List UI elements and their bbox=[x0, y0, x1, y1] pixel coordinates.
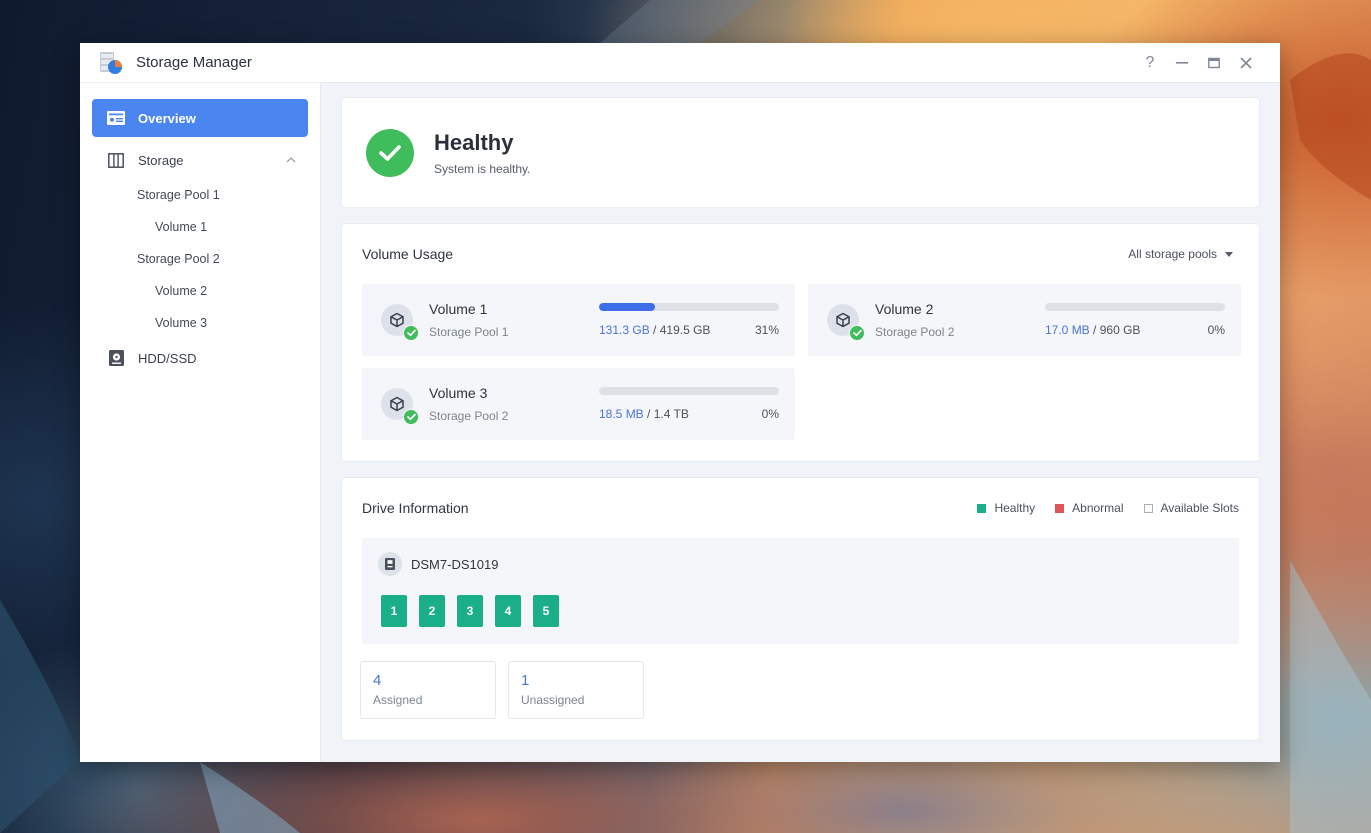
usage-percent: 0% bbox=[1207, 323, 1225, 337]
maximize-icon bbox=[1208, 57, 1220, 68]
capacity-separator: / bbox=[649, 323, 660, 337]
used-capacity: 17.0 MB bbox=[1045, 323, 1090, 337]
drive-information-title: Drive Information bbox=[362, 500, 469, 516]
chevron-up-icon[interactable] bbox=[286, 154, 296, 166]
usage-percent: 31% bbox=[754, 323, 779, 337]
volume-pool: Storage Pool 2 bbox=[429, 409, 509, 423]
capacity-separator: / bbox=[1089, 323, 1100, 337]
healthy-badge-icon bbox=[403, 325, 419, 341]
drive-information-card: Drive Information Healthy Abnormal Avail… bbox=[342, 478, 1259, 740]
volume-usage-title: Volume Usage bbox=[362, 246, 454, 262]
close-icon bbox=[1240, 56, 1252, 69]
legend-label: Healthy bbox=[994, 501, 1036, 515]
drive-legend: Healthy Abnormal Available Slots bbox=[957, 501, 1239, 515]
help-icon: ? bbox=[1145, 53, 1155, 71]
title-bar[interactable]: Storage Manager ? bbox=[80, 43, 1280, 83]
main-content: Healthy System is healthy. Volume Usage … bbox=[321, 83, 1280, 762]
total-capacity: 419.5 GB bbox=[659, 323, 711, 337]
healthy-badge-icon bbox=[849, 325, 865, 341]
sidebar-item-label: Storage bbox=[138, 152, 184, 168]
assigned-drives-stat[interactable]: 4 Assigned bbox=[360, 661, 496, 719]
sidebar: Overview Storage Storage Pool 1 Volume 1… bbox=[80, 83, 321, 762]
sidebar-item-volume-1[interactable]: Volume 1 bbox=[80, 211, 320, 243]
legend-healthy: Healthy bbox=[977, 501, 1035, 515]
caret-down-icon bbox=[1225, 251, 1233, 257]
volume-name: Volume 3 bbox=[429, 385, 488, 401]
total-capacity: 1.4 TB bbox=[653, 407, 689, 421]
sidebar-item-storage-pool-1[interactable]: Storage Pool 1 bbox=[80, 179, 320, 211]
legend-label: Available Slots bbox=[1160, 501, 1240, 515]
storage-manager-app-icon bbox=[98, 50, 124, 76]
usage-progress-fill bbox=[599, 303, 655, 311]
volume-usage-card: Volume Usage All storage pools Volume 1 … bbox=[342, 224, 1259, 461]
legend-abnormal: Abnormal bbox=[1055, 501, 1124, 515]
dropdown-value: All storage pools bbox=[1128, 247, 1217, 261]
usage-progress-bar bbox=[599, 387, 779, 395]
storage-manager-window: Storage Manager ? Overview Storage Stora… bbox=[80, 43, 1280, 762]
usage-progress-bar bbox=[1045, 303, 1225, 311]
drive-slot-3[interactable]: 3 bbox=[457, 595, 483, 627]
volume-pool: Storage Pool 1 bbox=[429, 325, 509, 339]
sidebar-item-label: HDD/SSD bbox=[138, 350, 197, 366]
health-subtitle: System is healthy. bbox=[434, 161, 531, 176]
health-title: Healthy bbox=[434, 129, 514, 155]
healthy-check-icon bbox=[366, 128, 414, 177]
close-button[interactable] bbox=[1230, 47, 1262, 79]
used-capacity: 131.3 GB bbox=[599, 323, 650, 337]
assigned-count: 4 bbox=[373, 672, 382, 689]
device-name: DSM7-DS1019 bbox=[411, 556, 499, 572]
device-panel: DSM7-DS1019 1 2 3 4 5 bbox=[362, 538, 1239, 644]
assigned-label: Assigned bbox=[373, 693, 423, 707]
volume-name: Volume 2 bbox=[875, 301, 934, 317]
volume-item[interactable]: Volume 2 Storage Pool 2 17.0 MB / 960 GB… bbox=[808, 284, 1241, 356]
nas-device-icon bbox=[378, 552, 402, 576]
maximize-button[interactable] bbox=[1198, 47, 1230, 79]
drive-slot-1[interactable]: 1 bbox=[381, 595, 407, 627]
health-status-card: Healthy System is healthy. bbox=[342, 98, 1259, 207]
sidebar-item-volume-2[interactable]: Volume 2 bbox=[80, 275, 320, 307]
unassigned-drives-stat[interactable]: 1 Unassigned bbox=[508, 661, 644, 719]
sidebar-item-storage-pool-2[interactable]: Storage Pool 2 bbox=[80, 243, 320, 275]
drive-slot-2[interactable]: 2 bbox=[419, 595, 445, 627]
unassigned-count: 1 bbox=[521, 672, 530, 689]
total-capacity: 960 GB bbox=[1099, 323, 1141, 337]
drive-slot-5[interactable]: 5 bbox=[533, 595, 559, 627]
volume-item[interactable]: Volume 1 Storage Pool 1 131.3 GB / 419.5… bbox=[362, 284, 795, 356]
abnormal-swatch-icon bbox=[1055, 503, 1065, 513]
sidebar-item-volume-3[interactable]: Volume 3 bbox=[80, 307, 320, 339]
usage-progress-bar bbox=[599, 303, 779, 311]
sidebar-item-overview[interactable]: Overview bbox=[92, 99, 308, 137]
hdd-icon bbox=[106, 348, 126, 368]
drive-slots: 1 2 3 4 5 bbox=[381, 595, 1223, 627]
minimize-button[interactable] bbox=[1166, 47, 1198, 79]
available-slot-swatch-icon bbox=[1143, 503, 1153, 513]
sidebar-item-hdd-ssd[interactable]: HDD/SSD bbox=[92, 339, 308, 377]
volume-item[interactable]: Volume 3 Storage Pool 2 18.5 MB / 1.4 TB… bbox=[362, 368, 795, 440]
help-button[interactable]: ? bbox=[1134, 47, 1166, 79]
healthy-badge-icon bbox=[403, 409, 419, 425]
legend-label: Abnormal bbox=[1072, 501, 1124, 515]
storage-pool-filter-dropdown[interactable]: All storage pools bbox=[1128, 247, 1239, 261]
unassigned-label: Unassigned bbox=[521, 693, 585, 707]
volume-pool: Storage Pool 2 bbox=[875, 325, 955, 339]
capacity-separator: / bbox=[643, 407, 654, 421]
volume-name: Volume 1 bbox=[429, 301, 488, 317]
storage-icon bbox=[106, 150, 126, 170]
legend-available-slots: Available Slots bbox=[1143, 501, 1240, 515]
sidebar-item-label: Overview bbox=[138, 110, 196, 126]
healthy-swatch-icon bbox=[977, 503, 987, 513]
drive-slot-4[interactable]: 4 bbox=[495, 595, 521, 627]
window-title: Storage Manager bbox=[136, 54, 252, 71]
used-capacity: 18.5 MB bbox=[599, 407, 644, 421]
minimize-icon bbox=[1176, 61, 1188, 64]
usage-percent: 0% bbox=[761, 407, 779, 421]
sidebar-item-storage[interactable]: Storage bbox=[92, 141, 308, 179]
overview-icon bbox=[106, 108, 126, 128]
